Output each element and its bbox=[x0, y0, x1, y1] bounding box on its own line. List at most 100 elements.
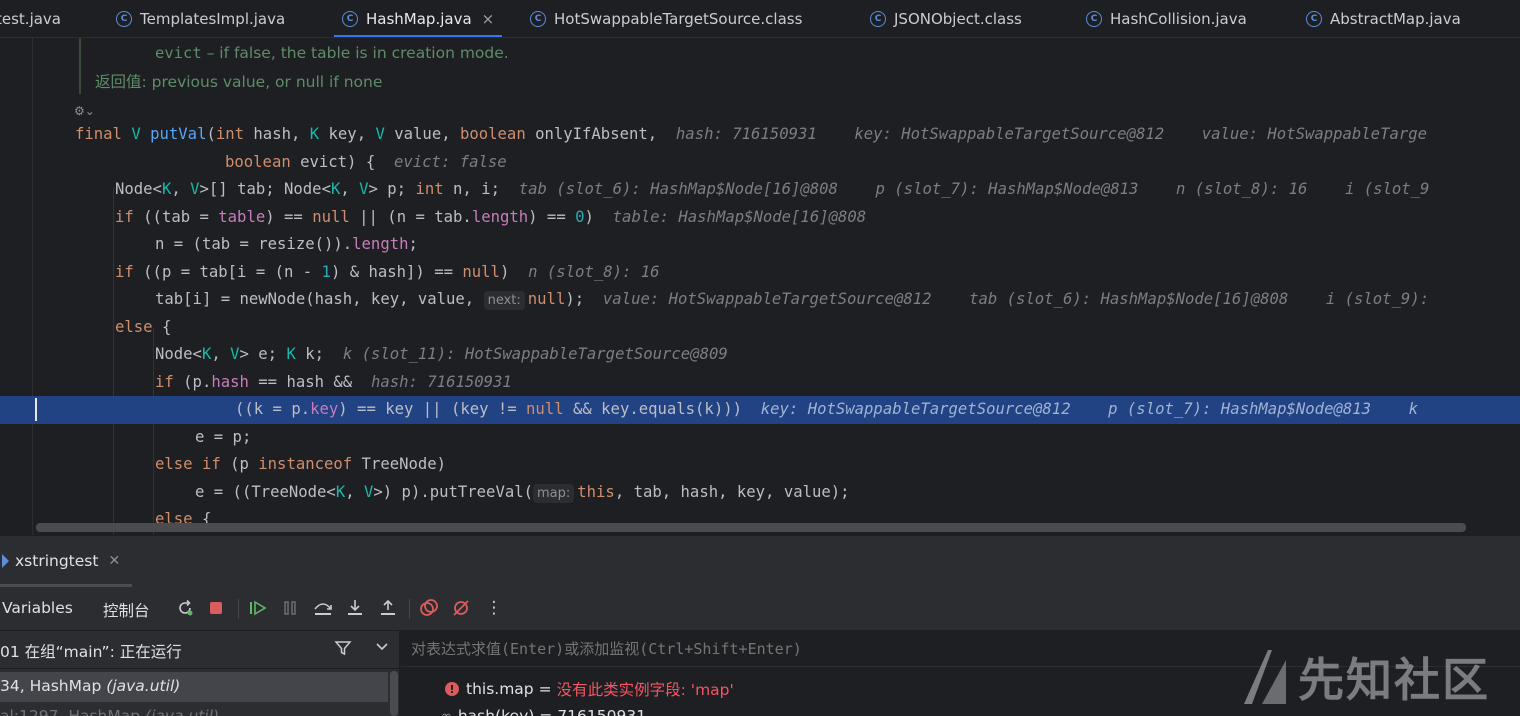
more-options-icon[interactable]: ⋮ bbox=[483, 597, 505, 619]
inline-value: key: HotSwappableTargetSource@812 bbox=[854, 125, 1165, 143]
watermark-logo-icon bbox=[1244, 650, 1286, 704]
step-over-icon[interactable] bbox=[312, 597, 334, 619]
pause-icon[interactable] bbox=[279, 597, 301, 619]
session-label: xstringtest bbox=[15, 552, 99, 570]
code-line: boolean evict) { evict: false bbox=[225, 153, 507, 171]
inline-value: n (slot_8): 16 bbox=[1175, 180, 1308, 198]
code-line: if ((p = tab[i = (n - 1) & hash]) == nul… bbox=[115, 263, 660, 281]
inline-value: i (slot_9): bbox=[1325, 290, 1430, 308]
toolbar-separator bbox=[238, 599, 239, 619]
evaluate-expression-input[interactable] bbox=[411, 640, 1211, 658]
code-line: e = p; bbox=[195, 428, 252, 446]
step-out-icon[interactable] bbox=[377, 597, 399, 619]
stack-frame[interactable]: 34, HashMap (java.util) bbox=[0, 672, 388, 702]
inline-value: value: HotSwappableTargetSource@812 bbox=[602, 290, 932, 308]
vertical-scrollbar[interactable] bbox=[390, 671, 398, 716]
code-line: e = ((TreeNode<K, V>) p).putTreeVal(map:… bbox=[195, 483, 850, 503]
code-line: else if (p instanceof TreeNode) bbox=[155, 455, 447, 473]
inline-value: hash: 716150931 bbox=[675, 125, 817, 143]
tab-templatesimpl-java[interactable]: C TemplatesImpl.java bbox=[116, 0, 286, 37]
variable-row[interactable]: ∞ hash(key) = 716150931 bbox=[441, 703, 646, 716]
debug-toolbar: Variables 控制台 ⋮ bbox=[0, 587, 1520, 631]
class-icon: C bbox=[342, 11, 358, 27]
run-config-icon bbox=[2, 554, 9, 568]
filter-icon[interactable] bbox=[334, 639, 352, 662]
current-execution-line: ((k = p.key) == key || (key != null && k… bbox=[0, 396, 1520, 424]
editor-tab-bar: test.java C TemplatesImpl.java C HashMap… bbox=[0, 0, 1520, 38]
inline-value: hash: 716150931 bbox=[370, 373, 512, 391]
inline-value: tab (slot_6): HashMap$Node[16]@808 bbox=[969, 290, 1289, 308]
tab-label: TemplatesImpl.java bbox=[140, 10, 286, 28]
mute-breakpoints-icon[interactable] bbox=[450, 597, 472, 619]
tab-hashcollision-java[interactable]: C HashCollision.java bbox=[1086, 0, 1247, 37]
step-into-icon[interactable] bbox=[344, 597, 366, 619]
inline-value: p (slot_7): HashMap$Node@813 bbox=[1108, 400, 1372, 418]
tab-test-java[interactable]: test.java bbox=[0, 0, 62, 37]
code-line: n = (tab = resize()).length; bbox=[155, 235, 418, 253]
view-breakpoints-icon[interactable] bbox=[418, 597, 440, 619]
inline-value: n (slot_8): 16 bbox=[528, 263, 660, 281]
code-line: Node<K, V>[] tab; Node<K, V> p; int n, i… bbox=[115, 180, 1430, 198]
code-line: if ((tab = table) == null || (n = tab.le… bbox=[115, 208, 867, 226]
tab-label: AbstractMap.java bbox=[1330, 10, 1461, 28]
tab-variables[interactable]: Variables bbox=[2, 599, 73, 617]
class-icon: C bbox=[530, 11, 546, 27]
inline-value: tab (slot_6): HashMap$Node[16]@808 bbox=[518, 180, 838, 198]
tab-jsonobject-class[interactable]: C JSONObject.class bbox=[870, 0, 1022, 37]
watermark-text: 先知社区 bbox=[1298, 653, 1490, 707]
debug-session-tab[interactable]: xstringtest ✕ bbox=[0, 552, 120, 570]
inline-value: table: HashMap$Node[16]@808 bbox=[612, 208, 867, 226]
class-icon: C bbox=[116, 11, 132, 27]
class-icon: C bbox=[1306, 11, 1322, 27]
inline-value: p (slot_7): HashMap$Node@813 bbox=[875, 180, 1139, 198]
code-line: final V putVal(int hash, K key, V value,… bbox=[75, 125, 1428, 143]
stop-icon[interactable] bbox=[205, 597, 227, 619]
param-hint: map: bbox=[533, 484, 575, 503]
text-caret bbox=[35, 398, 37, 421]
tab-label: HotSwappableTargetSource.class bbox=[554, 10, 803, 28]
close-icon[interactable]: × bbox=[482, 10, 495, 28]
thread-selector[interactable]: 01 在组“main”: 正在运行 bbox=[0, 631, 399, 669]
error-icon: ! bbox=[445, 682, 459, 696]
class-icon: C bbox=[870, 11, 886, 27]
debug-session-bar: xstringtest ✕ bbox=[0, 535, 1520, 587]
inline-value: i (slot_9 bbox=[1344, 180, 1430, 198]
inline-value: key: HotSwappableTargetSource@812 bbox=[760, 400, 1071, 418]
close-icon[interactable]: ✕ bbox=[108, 553, 120, 569]
frames-panel: 01 在组“main”: 正在运行 34, HashMap (java.util… bbox=[0, 631, 400, 716]
tab-hashmap-java[interactable]: C HashMap.java × bbox=[333, 0, 503, 37]
inline-value: evict: false bbox=[394, 153, 507, 171]
code-editor[interactable]: evict – if false, the table is in creati… bbox=[0, 38, 1520, 535]
thread-status: 01 在组“main”: 正在运行 bbox=[0, 643, 182, 661]
rerun-icon[interactable] bbox=[174, 597, 196, 619]
doc-param-evict: evict – if false, the table is in creati… bbox=[155, 44, 509, 62]
tab-label: HashMap.java bbox=[366, 10, 472, 28]
watch-icon: ∞ bbox=[441, 708, 452, 716]
variable-row[interactable]: ! this.map = 没有此类实例字段: 'map' bbox=[445, 676, 734, 702]
code-line: tab[i] = newNode(hash, key, value, next:… bbox=[155, 290, 1430, 310]
tab-label: HashCollision.java bbox=[1110, 10, 1247, 28]
inline-value: k (slot_11): HotSwappableTargetSource@80… bbox=[342, 345, 728, 363]
tab-abstractmap-java[interactable]: C AbstractMap.java bbox=[1306, 0, 1461, 37]
toolbar-separator bbox=[409, 599, 410, 619]
inline-value: k bbox=[1408, 400, 1418, 418]
class-icon: C bbox=[1086, 11, 1102, 27]
tab-label: test.java bbox=[0, 10, 62, 28]
watermark: 先知社区 bbox=[1238, 644, 1490, 710]
doc-comment-bar bbox=[79, 38, 81, 94]
code-line: Node<K, V> e; K k; k (slot_11): HotSwapp… bbox=[155, 345, 728, 363]
doc-return: 返回值: previous value, or null if none bbox=[95, 73, 383, 91]
chevron-down-icon[interactable] bbox=[375, 639, 389, 657]
horizontal-scrollbar[interactable] bbox=[36, 523, 1466, 532]
variable-error: 没有此类实例字段: 'map' bbox=[556, 681, 734, 699]
code-line: if (p.hash == hash && hash: 716150931 bbox=[155, 373, 512, 391]
inline-value: value: HotSwappableTarge bbox=[1201, 125, 1428, 143]
resume-icon[interactable] bbox=[247, 597, 269, 619]
tab-console[interactable]: 控制台 bbox=[103, 599, 150, 621]
stack-frame[interactable]: al:1297, HashMap (java.util) bbox=[0, 702, 388, 716]
tab-hotswappabletargetsource-class[interactable]: C HotSwappableTargetSource.class bbox=[530, 0, 803, 37]
param-hint: next: bbox=[483, 291, 525, 310]
code-line: else { bbox=[115, 318, 172, 336]
tab-label: JSONObject.class bbox=[894, 10, 1022, 28]
fold-toggle-icon[interactable]: ⚙⌄ bbox=[74, 104, 95, 118]
